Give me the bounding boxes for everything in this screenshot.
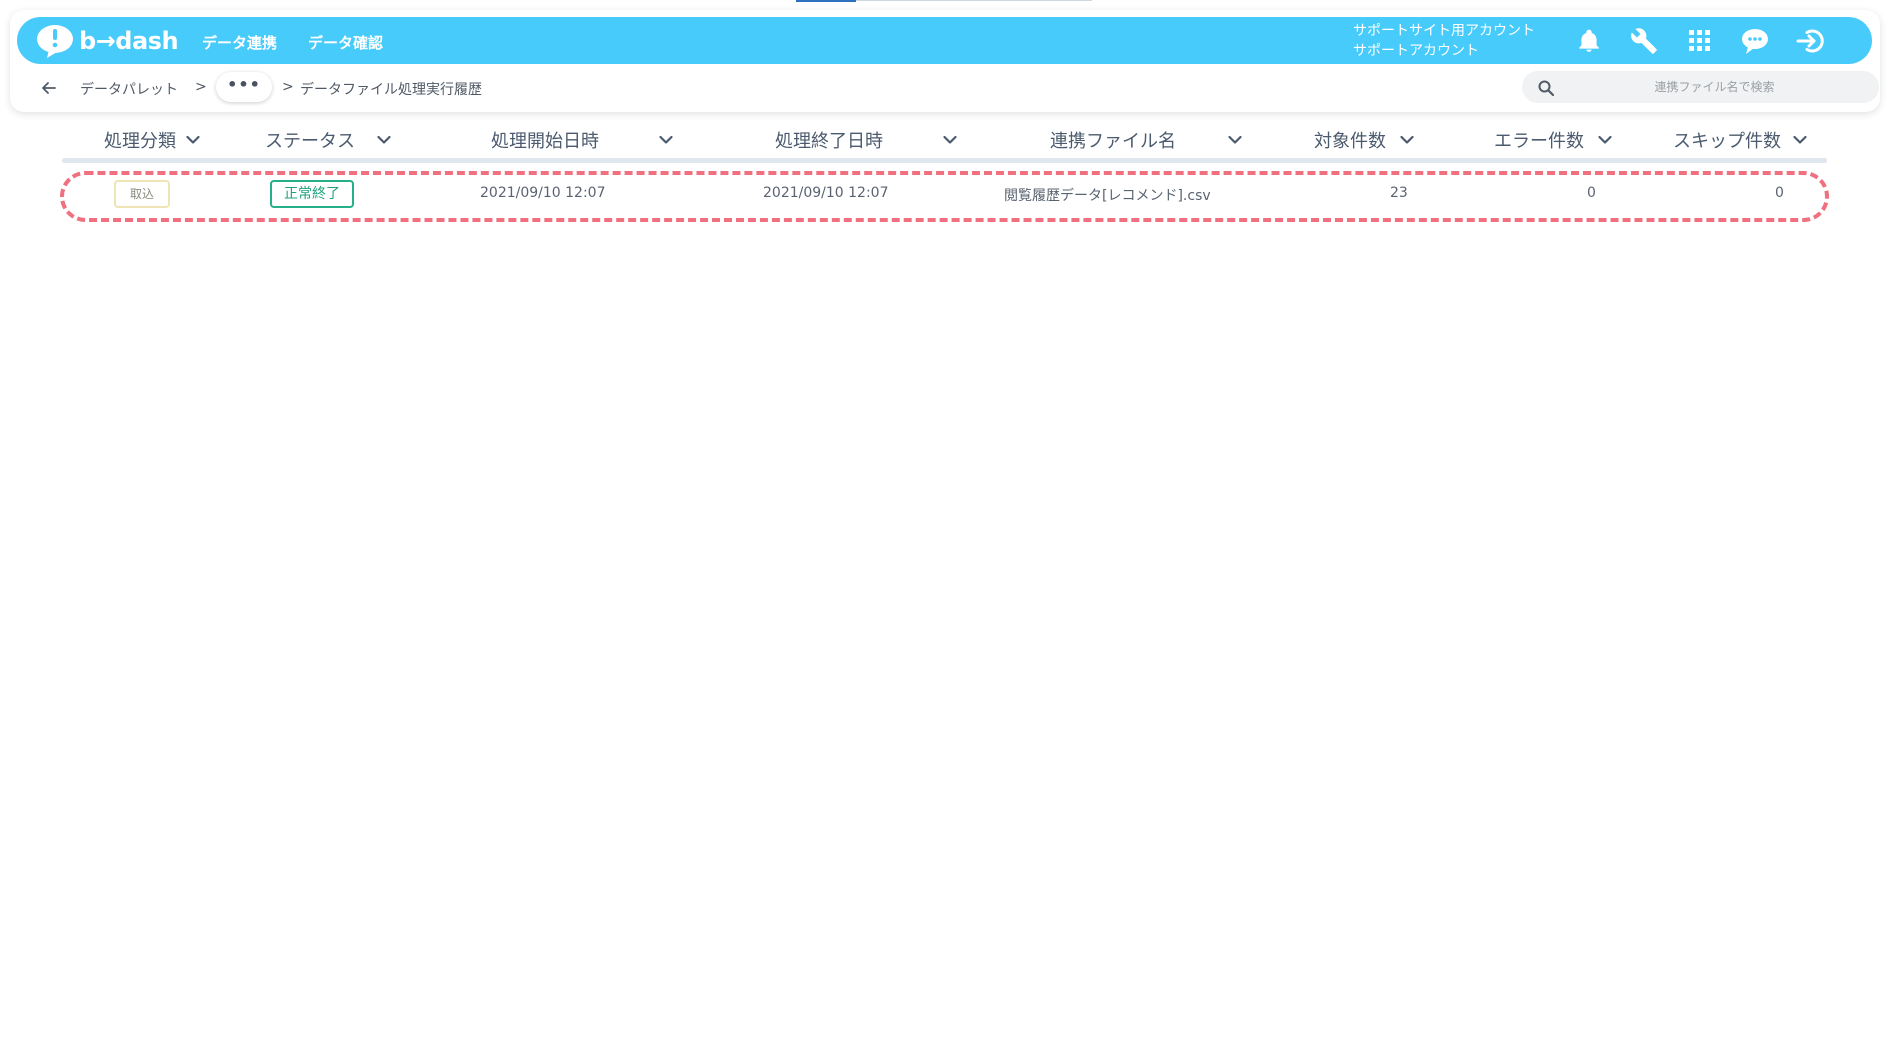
search-input[interactable] [1562, 71, 1867, 103]
breadcrumb-ellipsis-button[interactable]: ••• [216, 72, 272, 102]
column-header-type[interactable]: 処理分類 [104, 128, 200, 152]
row-target-count: 23 [1390, 185, 1408, 201]
column-label-error-count: エラー件数 [1494, 131, 1584, 152]
chevron-down-icon [1400, 135, 1414, 144]
wrench-icon[interactable] [1628, 25, 1660, 57]
row-start-time: 2021/09/10 12:07 [480, 185, 606, 201]
row-end-time: 2021/09/10 12:07 [763, 185, 889, 201]
column-label-type: 処理分類 [104, 131, 176, 152]
chevron-down-icon [659, 135, 673, 144]
column-header-target-count[interactable]: 対象件数 [1314, 128, 1414, 152]
bell-icon[interactable] [1573, 25, 1605, 57]
chevron-down-icon [1228, 135, 1242, 144]
logo-text: b→dash [79, 27, 179, 55]
column-header-end-time[interactable]: 処理終了日時 [775, 128, 957, 152]
chevron-down-icon [186, 135, 200, 144]
nav-data-check[interactable]: データ確認 [308, 32, 383, 53]
column-label-file-name: 連携ファイル名 [1050, 131, 1176, 152]
logout-icon[interactable] [1794, 25, 1826, 57]
column-header-file-name[interactable]: 連携ファイル名 [1050, 128, 1242, 152]
breadcrumb-bar: データパレット > ••• > データファイル処理実行履歴 [17, 70, 1879, 106]
chevron-down-icon [377, 135, 391, 144]
bdash-logo[interactable]: b→dash [35, 23, 179, 59]
account-site-name: サポートサイト用アカウント [1353, 23, 1535, 39]
window-tab-track [856, 0, 1092, 1]
row-file-name[interactable]: 閲覧履歴データ[レコメンド].csv [1004, 185, 1211, 205]
apps-grid-icon[interactable] [1684, 25, 1716, 57]
breadcrumb-data-palette[interactable]: データパレット [80, 79, 178, 99]
chevron-down-icon [1793, 135, 1807, 144]
table-header-divider [62, 158, 1827, 163]
search-icon [1538, 80, 1555, 97]
column-header-error-count[interactable]: エラー件数 [1494, 128, 1612, 152]
window-tab-indicator [796, 0, 856, 2]
app-header: b→dash データ連携 データ確認 サポートサイト用アカウント サポートアカウ… [17, 17, 1872, 64]
row-error-count: 0 [1587, 185, 1596, 201]
logo-bubble-icon [37, 25, 73, 58]
support-chat-icon[interactable] [1739, 25, 1771, 57]
type-badge: 取込 [114, 180, 170, 208]
column-label-skip-count: スキップ件数 [1673, 131, 1781, 152]
account-user-name: サポートアカウント [1353, 43, 1479, 59]
status-badge: 正常終了 [270, 180, 354, 208]
breadcrumb-separator: > [195, 79, 207, 95]
chevron-down-icon [1598, 135, 1612, 144]
column-header-status[interactable]: ステータス [265, 128, 391, 152]
column-label-status: ステータス [265, 131, 355, 152]
row-skip-count: 0 [1775, 185, 1784, 201]
account-info[interactable]: サポートサイト用アカウント サポートアカウント [1353, 21, 1535, 61]
breadcrumb-separator-2: > [282, 79, 294, 95]
column-header-start-time[interactable]: 処理開始日時 [491, 128, 673, 152]
column-label-end-time: 処理終了日時 [775, 131, 883, 152]
chevron-down-icon [943, 135, 957, 144]
column-label-target-count: 対象件数 [1314, 131, 1386, 152]
breadcrumb-current-page: データファイル処理実行履歴 [300, 82, 482, 98]
column-label-start-time: 処理開始日時 [491, 131, 599, 152]
file-search-box[interactable] [1522, 71, 1879, 103]
nav-data-integration[interactable]: データ連携 [202, 32, 277, 53]
column-header-skip-count[interactable]: スキップ件数 [1673, 128, 1807, 152]
back-arrow-icon[interactable] [39, 78, 59, 98]
